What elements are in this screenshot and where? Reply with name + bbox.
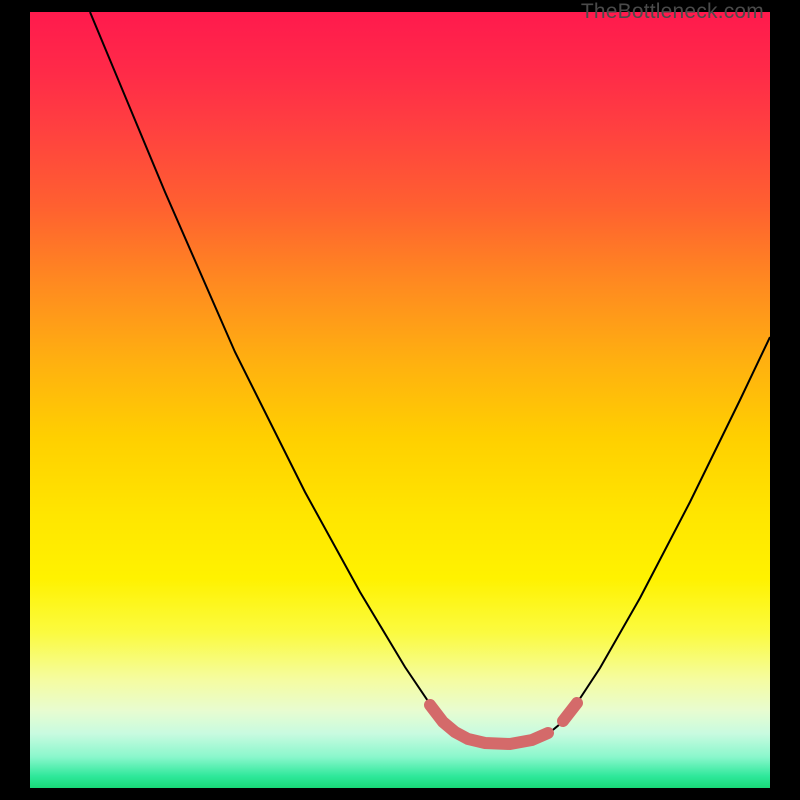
- chart-plot: [30, 12, 770, 788]
- watermark-text: TheBottleneck.com: [581, 0, 764, 24]
- chart-series-group: [90, 12, 770, 745]
- series-bottleneck-floor-highlight: [430, 705, 548, 744]
- series-bottleneck-floor-highlight-right: [563, 703, 577, 721]
- chart-frame: [30, 12, 770, 788]
- series-bottleneck-curve: [90, 12, 770, 745]
